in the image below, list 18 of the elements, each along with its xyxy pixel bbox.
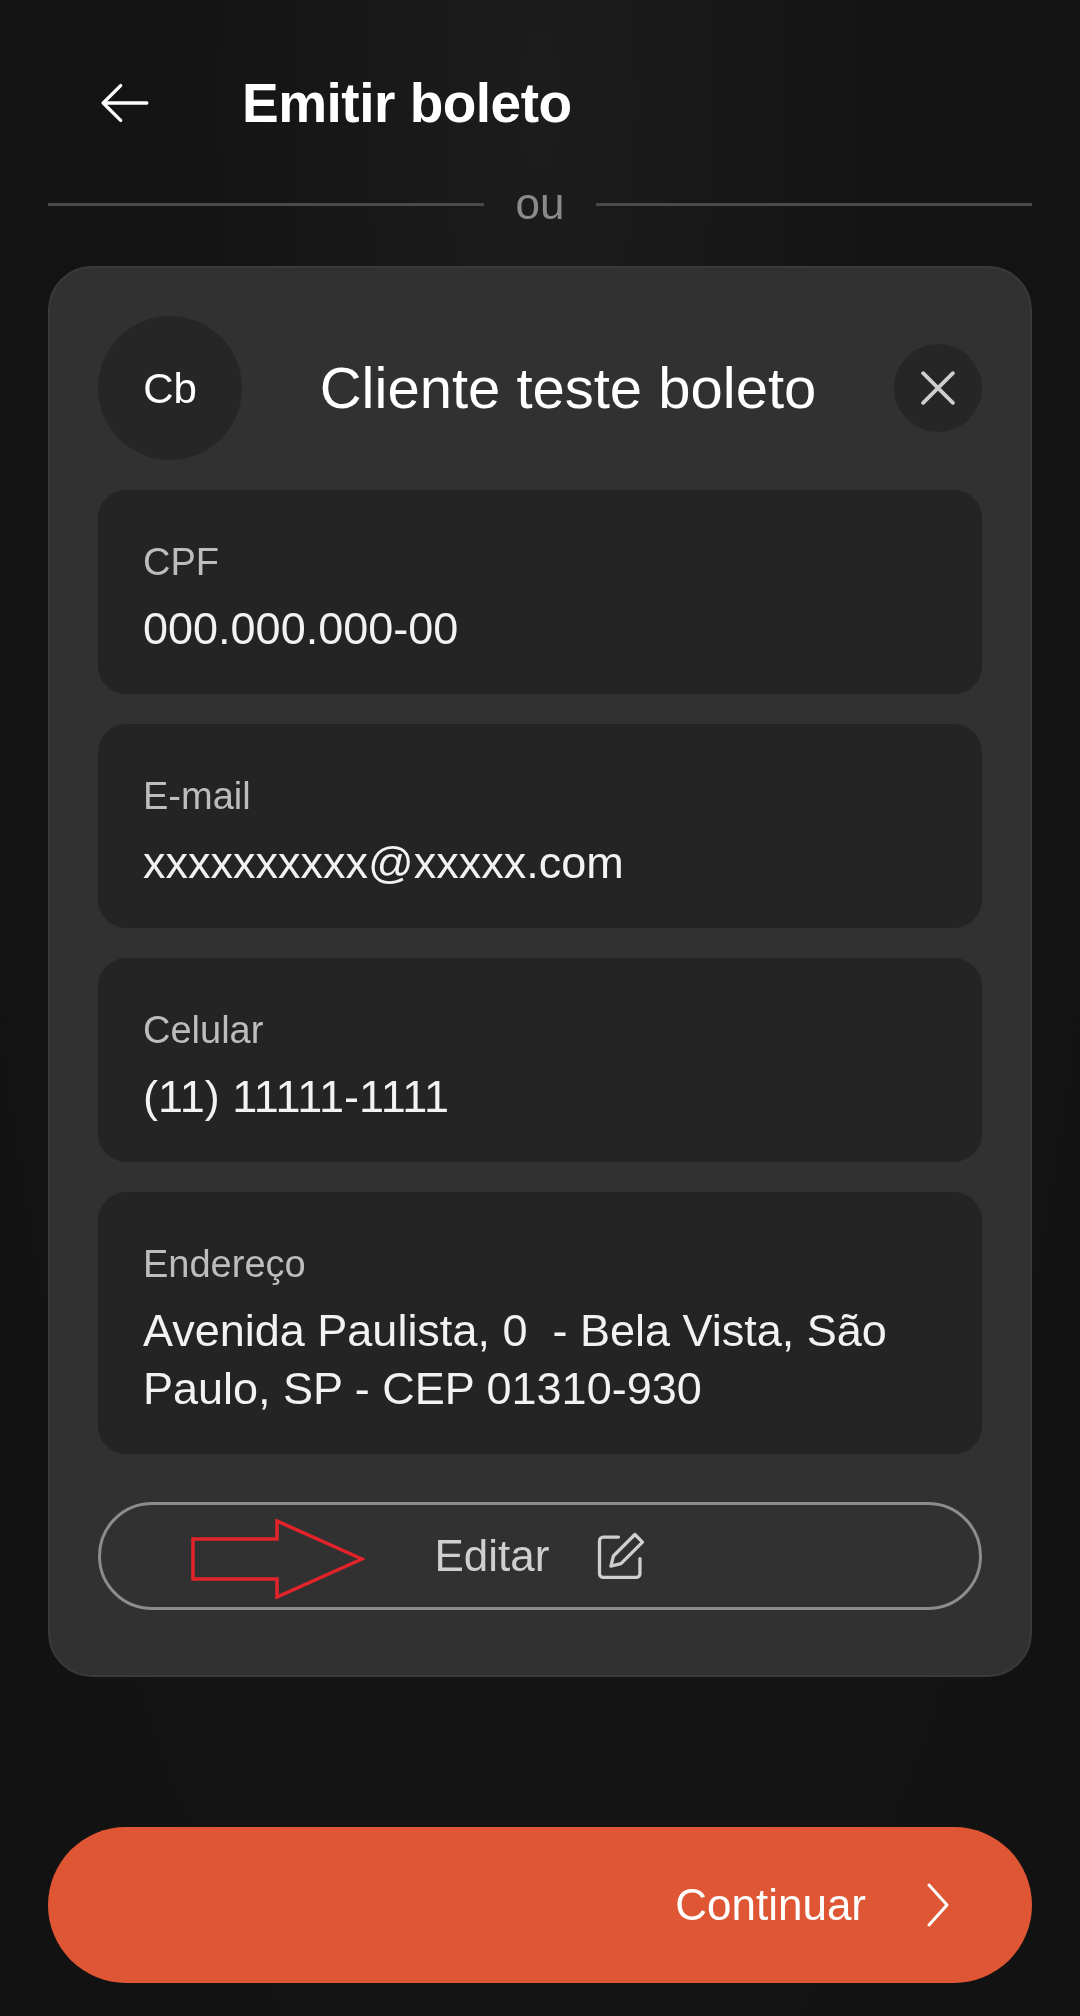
field-value: xxxxxxxxxx@xxxxx.com	[143, 836, 625, 890]
divider-label: ou	[514, 178, 566, 230]
field-label: E-mail	[143, 774, 252, 818]
field-value: (11) 11111-1111	[143, 1070, 451, 1124]
edit-icon	[597, 1532, 646, 1580]
avatar-initials: Cb	[98, 316, 242, 460]
client-name: Cliente teste boleto	[318, 355, 818, 421]
field-value: 000.000.000-00	[143, 602, 460, 656]
field-value: Avenida Paulista, 0 - Bela Vista, São Paulo, SP - CEP 01310-930	[143, 1304, 888, 1416]
field-label: CPF	[143, 540, 220, 584]
page-title: Emitir boleto	[242, 72, 572, 134]
field-label: Celular	[143, 1008, 265, 1052]
chevron-right-icon	[926, 1882, 950, 1928]
close-icon	[921, 371, 955, 405]
edit-button[interactable]: Editar	[98, 1502, 982, 1610]
field-label: Endereço	[143, 1242, 307, 1286]
continue-button[interactable]: Continuar	[48, 1827, 1032, 1983]
outlined-arrow-icon	[191, 1519, 365, 1599]
